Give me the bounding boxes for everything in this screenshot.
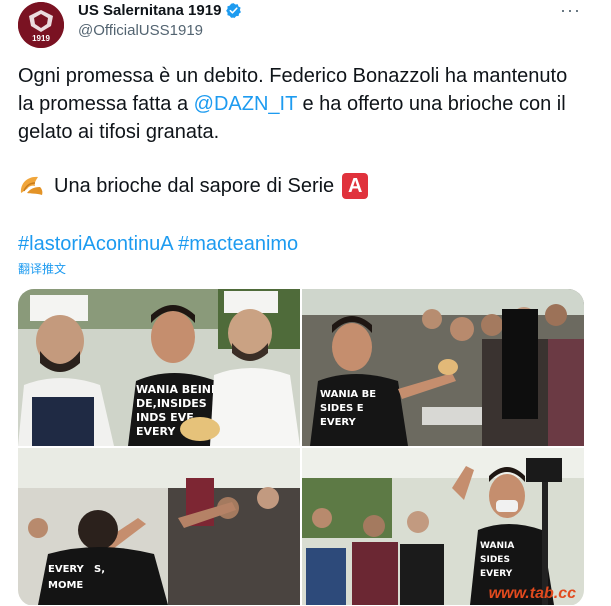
svg-text:1919: 1919 [32, 34, 50, 43]
mention-link[interactable]: @DAZN_IT [194, 93, 297, 115]
svg-text:SIDES: SIDES [480, 555, 510, 565]
watermark: www.tab.cc [488, 585, 576, 602]
hashtag-link-1[interactable]: #lastoriAcontinuA [18, 233, 173, 255]
croissant-icon [18, 173, 46, 199]
svg-text:WANIA BE: WANIA BE [320, 389, 376, 400]
tweet-text: Ogni promessa è un debito. Federico Bona… [18, 62, 588, 146]
photo-4[interactable]: WANIA SIDES EVERY www.tab.cc [302, 448, 584, 605]
svg-text:EVERY: EVERY [320, 417, 357, 428]
avatar[interactable]: 1919 [18, 2, 64, 48]
photo-1[interactable]: WANIA BEINE DE,INSIDES INDS EVE EVERY [18, 289, 300, 446]
author-name-row: US Salernitana 1919 [78, 2, 242, 19]
svg-text:WANIA: WANIA [480, 541, 514, 551]
svg-text:MOME: MOME [48, 580, 83, 591]
svg-text:EVERY: EVERY [480, 569, 513, 579]
photo-grid: WANIA BEINE DE,INSIDES INDS EVE EVERY WA… [18, 289, 584, 606]
svg-text:WANIA BEINE: WANIA BEINE [136, 383, 219, 396]
photo-3[interactable]: EVERY MOME S, [18, 448, 300, 605]
verified-badge-icon [225, 2, 242, 19]
tweet-line2-text: Una brioche dal sapore di Serie [54, 175, 335, 197]
more-icon[interactable]: ··· [560, 0, 581, 21]
svg-text:EVERY: EVERY [48, 564, 85, 575]
hashtags: #lastoriAcontinuA #macteanimo [18, 230, 298, 258]
translate-tweet-link[interactable]: 翻译推文 [18, 260, 66, 277]
svg-text:EVERY: EVERY [136, 425, 176, 438]
svg-text:DE,INSIDES: DE,INSIDES [136, 397, 207, 410]
photo-2[interactable]: WANIA BE SIDES E EVERY [302, 289, 584, 446]
tweet-line2: Una brioche dal sapore di Serie A [18, 172, 369, 200]
serie-a-badge-icon: A [342, 173, 369, 199]
display-name[interactable]: US Salernitana 1919 [78, 2, 221, 19]
svg-text:S,: S, [94, 564, 105, 575]
club-crest-logo: 1919 [18, 2, 64, 48]
hashtag-link-2[interactable]: #macteanimo [178, 233, 298, 255]
author-handle[interactable]: @OfficialUSS1919 [78, 22, 203, 39]
svg-text:SIDES E: SIDES E [320, 403, 364, 414]
